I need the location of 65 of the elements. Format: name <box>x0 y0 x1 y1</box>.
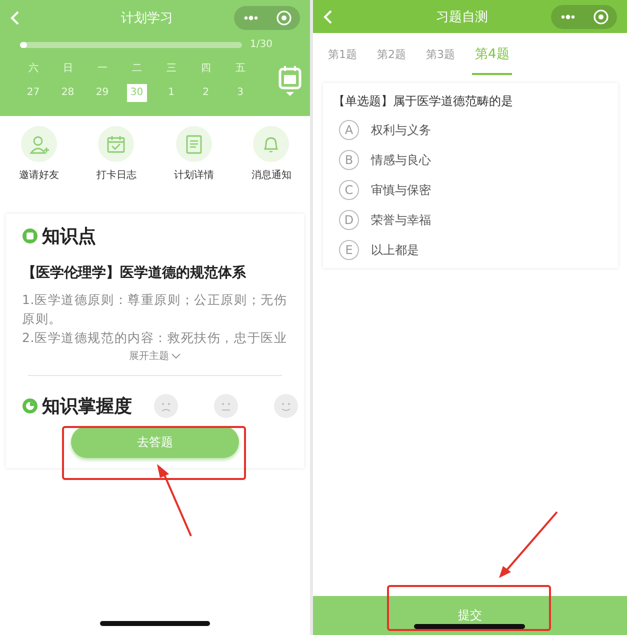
question-text: 【单选题】属于医学道德范畴的是 <box>333 93 514 110</box>
face-icon[interactable] <box>214 394 238 418</box>
weekday-label: 四 <box>200 62 212 76</box>
progress-reading: 1/30 <box>250 39 272 50</box>
answer-button[interactable]: 去答题 <box>71 426 239 458</box>
topic-paragraph: 2.医学道德规范的内容：救死扶伤，忠于医业 <box>22 329 288 347</box>
topic-title: 【医学伦理学】医学道德的规范体系 <box>22 264 247 282</box>
target-icon[interactable] <box>276 10 292 26</box>
option-text[interactable]: 权利与义务 <box>371 122 431 138</box>
option-text[interactable]: 以上都是 <box>371 242 419 258</box>
question-tab[interactable]: 第3题 <box>423 43 458 75</box>
face-icon[interactable] <box>154 394 178 418</box>
action-label[interactable]: 邀请好友 <box>18 168 59 182</box>
chevron-down-icon <box>171 353 181 359</box>
option-text[interactable]: 审慎与保密 <box>371 182 431 198</box>
face-icon[interactable] <box>274 394 298 418</box>
more-icon[interactable] <box>560 14 576 20</box>
weekday-label: 二 <box>130 62 143 76</box>
pie-icon <box>22 398 38 414</box>
action-circle[interactable] <box>98 126 134 162</box>
back-icon[interactable] <box>323 8 333 24</box>
date-item[interactable]: 30 <box>126 84 147 102</box>
screen-title: 习题自测 <box>435 8 489 26</box>
question-tab[interactable]: 第4题 <box>472 43 512 75</box>
screen-title: 计划学习 <box>120 10 174 26</box>
option-text[interactable]: 荣誉与幸福 <box>371 212 431 228</box>
action-label[interactable]: 打卡日志 <box>96 168 136 182</box>
question-tab[interactable]: 第2题 <box>374 43 409 75</box>
option-letter[interactable]: D <box>339 210 359 230</box>
weekday-label: 六 <box>27 62 40 76</box>
action-circle[interactable] <box>176 126 212 162</box>
bullet-icon <box>22 228 38 244</box>
section-heading: 知识掌握度 <box>42 395 132 418</box>
action-circle[interactable] <box>20 126 57 162</box>
question-tab[interactable]: 第1题 <box>325 43 360 75</box>
date-item[interactable]: 29 <box>92 84 112 102</box>
topic-paragraph: 1.医学道德原则：尊重原则；公正原则；无伤原则。 <box>22 291 288 328</box>
date-item[interactable]: 2 <box>196 84 216 102</box>
more-icon[interactable] <box>242 14 258 20</box>
option-letter[interactable]: C <box>339 180 359 200</box>
date-item[interactable]: 28 <box>58 84 78 102</box>
expand-link[interactable]: 展开主题 <box>129 349 181 363</box>
option-letter[interactable]: A <box>339 120 359 140</box>
weekday-label: 一 <box>96 62 108 76</box>
date-item[interactable]: 1 <box>161 84 182 102</box>
weekday-label: 五 <box>234 62 246 76</box>
submit-button[interactable]: 提交 <box>313 596 627 635</box>
action-label[interactable]: 消息通知 <box>251 168 292 182</box>
arrow <box>497 510 559 580</box>
weekday-label: 三 <box>165 62 178 76</box>
calendar-check-icon <box>106 134 126 154</box>
section-heading: 知识点 <box>42 225 96 248</box>
date-item[interactable]: 3 <box>230 84 250 102</box>
target-icon[interactable] <box>592 8 608 24</box>
action-circle[interactable] <box>253 126 290 162</box>
option-letter[interactable]: B <box>339 150 359 170</box>
weekday-label: 日 <box>62 62 74 76</box>
date-item[interactable]: 27 <box>23 84 44 102</box>
document-icon <box>184 134 204 154</box>
calendar-icon[interactable] <box>278 65 302 97</box>
option-letter[interactable]: E <box>339 240 359 260</box>
action-label[interactable]: 计划详情 <box>174 168 214 182</box>
option-text[interactable]: 情感与良心 <box>371 152 431 168</box>
back-icon[interactable] <box>10 10 20 26</box>
add-user-icon <box>28 134 49 154</box>
